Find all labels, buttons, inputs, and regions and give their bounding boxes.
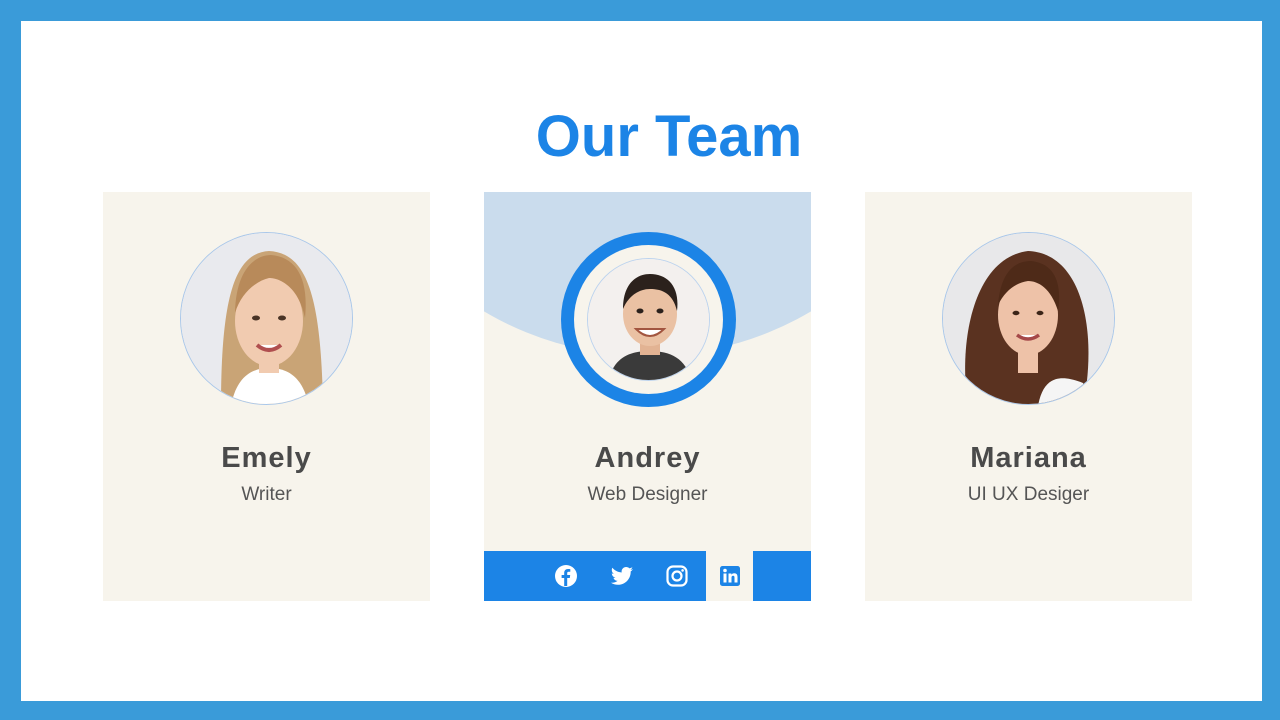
member-name: Emely [221,442,312,474]
team-card-mariana: Mariana UI UX Desiger [865,192,1192,601]
member-role: UI UX Desiger [967,484,1090,505]
page-frame: Our Team Emely Writer Andrey Web Designe… [21,21,1262,701]
avatar [942,232,1115,405]
twitter-icon[interactable] [610,564,634,588]
avatar [587,258,710,381]
linkedin-icon[interactable] [718,564,742,588]
member-role: Writer [241,484,292,505]
member-name: Andrey [594,442,701,474]
team-card-andrey: Andrey Web Designer [484,192,811,601]
page-title: Our Team [535,104,803,169]
social-links-bar [484,551,811,601]
instagram-icon[interactable] [665,564,689,588]
avatar [180,232,353,405]
member-name: Mariana [970,442,1087,474]
facebook-icon[interactable] [554,564,578,588]
team-card-emely: Emely Writer [103,192,430,601]
member-role: Web Designer [587,484,708,505]
avatar-ring [561,232,736,407]
